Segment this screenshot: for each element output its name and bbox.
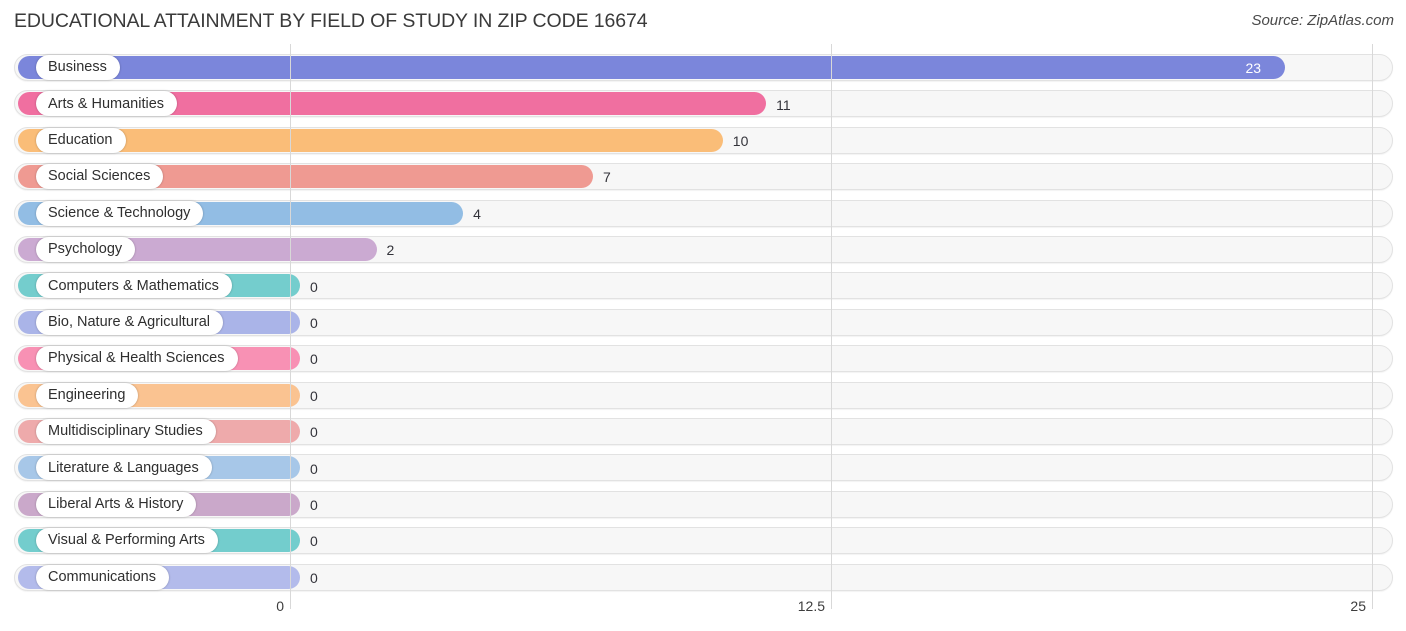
- category-label: Education: [48, 132, 113, 149]
- chart-row: Science & Technology 4: [0, 196, 1406, 232]
- chart-row: Physical & Health Sciences 0: [0, 341, 1406, 377]
- chart-row: Computers & Mathematics 0: [0, 268, 1406, 304]
- category-label-pill: Bio, Nature & Agricultural: [36, 309, 223, 335]
- value-bar[interactable]: [18, 56, 1286, 79]
- gridline-25: [1372, 44, 1373, 593]
- chart-row: Education 10: [0, 123, 1406, 159]
- category-label-pill: Social Sciences: [36, 164, 164, 190]
- category-label-pill: Liberal Arts & History: [36, 491, 197, 517]
- value-label: 23: [1245, 60, 1262, 77]
- category-label-pill: Computers & Mathematics: [36, 273, 232, 299]
- category-label-pill: Engineering: [36, 382, 139, 408]
- chart-row: Engineering 0: [0, 378, 1406, 414]
- category-label: Literature & Languages: [48, 459, 199, 476]
- source-attribution: Source: ZipAtlas.com: [1251, 12, 1394, 29]
- category-label-pill: Physical & Health Sciences: [36, 346, 238, 372]
- chart-row: Social Sciences 7: [0, 159, 1406, 195]
- chart-row: Liberal Arts & History 0: [0, 487, 1406, 523]
- category-label: Physical & Health Sciences: [48, 350, 225, 367]
- chart-row: Bio, Nature & Agricultural 0: [0, 305, 1406, 341]
- value-label: 0: [310, 387, 318, 404]
- chart-row: Business 23: [0, 50, 1406, 86]
- axis-tick-mark: [1372, 593, 1373, 609]
- value-label: 0: [310, 569, 318, 586]
- category-label: Psychology: [48, 241, 123, 258]
- gridline-12.5: [831, 44, 832, 593]
- value-label: 4: [473, 205, 481, 222]
- value-label: 11: [776, 96, 791, 113]
- category-label-pill: Multidisciplinary Studies: [36, 419, 216, 444]
- category-label-pill: Arts & Humanities: [36, 91, 178, 117]
- chart-row: Communications 0: [0, 560, 1406, 596]
- category-label: Computers & Mathematics: [48, 277, 219, 294]
- category-label: Arts & Humanities: [48, 95, 165, 112]
- chart-row: Visual & Performing Arts 0: [0, 523, 1406, 559]
- value-label: 0: [310, 351, 318, 368]
- value-label: 0: [310, 496, 318, 513]
- chart-row: Psychology 2: [0, 232, 1406, 268]
- axis-tick-label: 25: [1350, 598, 1366, 614]
- value-label: 0: [310, 314, 318, 331]
- value-label: 0: [310, 533, 318, 550]
- value-label: 0: [310, 278, 318, 295]
- value-label: 0: [310, 424, 318, 441]
- category-label-pill: Education: [36, 127, 126, 153]
- category-label-pill: Psychology: [36, 237, 136, 262]
- chart-row: Arts & Humanities 11: [0, 86, 1406, 122]
- category-label: Business: [48, 59, 107, 76]
- category-label-pill: Business: [36, 55, 120, 80]
- value-label: 2: [386, 242, 395, 259]
- x-axis: 0 12.5 25: [0, 593, 1406, 631]
- value-label: 7: [602, 169, 611, 186]
- value-label: 0: [310, 460, 318, 477]
- axis-tick-mark: [831, 593, 832, 609]
- category-label-pill: Literature & Languages: [36, 455, 212, 481]
- category-label: Multidisciplinary Studies: [48, 423, 203, 440]
- category-label: Engineering: [48, 386, 126, 403]
- category-label: Liberal Arts & History: [48, 496, 184, 513]
- chart-row: Multidisciplinary Studies 0: [0, 414, 1406, 450]
- category-label: Social Sciences: [48, 168, 151, 185]
- category-label-pill: Science & Technology: [36, 200, 204, 226]
- gridline-0: [290, 44, 291, 593]
- chart-header: EDUCATIONAL ATTAINMENT BY FIELD OF STUDY…: [0, 0, 1406, 44]
- page-title: EDUCATIONAL ATTAINMENT BY FIELD OF STUDY…: [14, 10, 648, 32]
- axis-tick-mark: [290, 593, 291, 609]
- category-label: Visual & Performing Arts: [48, 532, 205, 549]
- chart-row: Literature & Languages 0: [0, 450, 1406, 486]
- axis-tick-label: 0: [276, 598, 284, 614]
- category-label: Communications: [48, 568, 156, 585]
- category-label: Science & Technology: [48, 204, 191, 221]
- chart-plot-area: Business 23 Arts & Humanities 11 Education 10…: [0, 44, 1406, 593]
- category-label-pill: Communications: [36, 564, 169, 590]
- value-label: 10: [732, 132, 749, 149]
- category-label-pill: Visual & Performing Arts: [36, 528, 218, 554]
- category-label: Bio, Nature & Agricultural: [48, 314, 210, 331]
- axis-tick-label: 12.5: [797, 598, 825, 614]
